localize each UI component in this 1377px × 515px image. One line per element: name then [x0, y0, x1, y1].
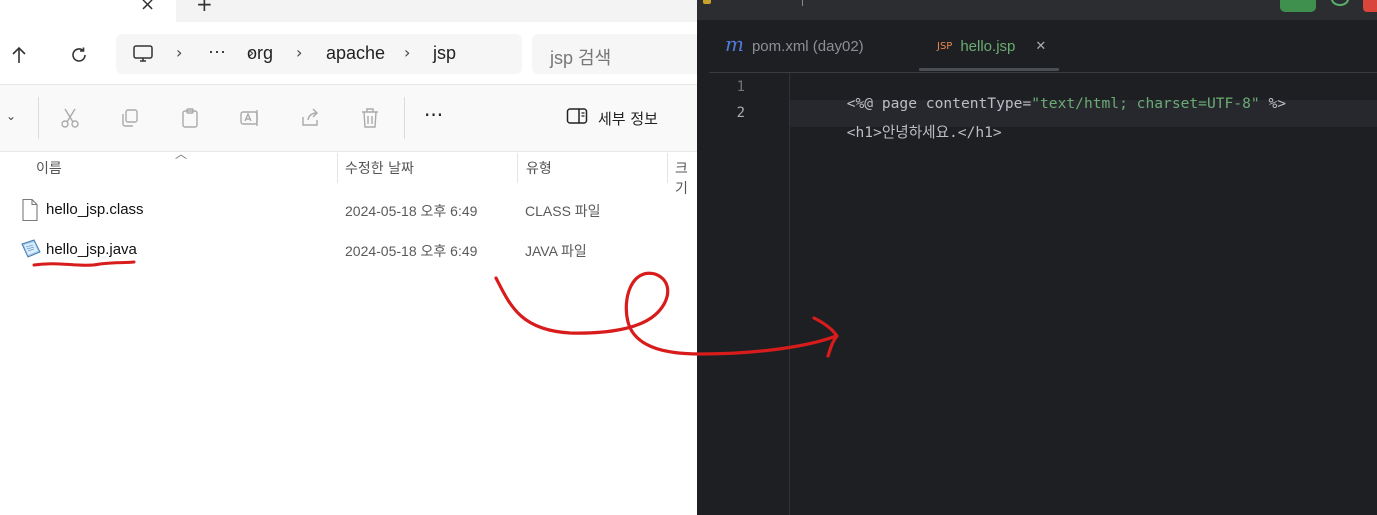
- debug-icon[interactable]: [1331, 0, 1349, 6]
- file-name[interactable]: hello_jsp.class: [46, 201, 144, 218]
- navigation-row: › ··· › org › apache › jsp jsp 검색: [0, 22, 697, 84]
- editor-tab-bar: m pom.xml (day02) JSP hello.jsp ✕: [697, 20, 1377, 73]
- delete-icon[interactable]: [358, 106, 382, 130]
- code-token: %>: [1259, 95, 1287, 112]
- paste-icon[interactable]: [178, 106, 202, 130]
- explorer-tab[interactable]: ×: [0, 0, 176, 22]
- chevron-down-icon[interactable]: ⌄: [6, 109, 16, 123]
- code-token: <h1>안녕하세요.</h1>: [846, 124, 1002, 141]
- file-type: JAVA 파일: [525, 243, 587, 259]
- breadcrumb-org[interactable]: org: [247, 43, 273, 64]
- tab-label: pom.xml (day02): [751, 37, 864, 55]
- column-header-row: ︿ 이름 수정한 날짜 유형 크기: [0, 147, 697, 197]
- file-date: 2024-05-18 오후 6:49: [345, 243, 478, 259]
- details-pane-button[interactable]: 세부 정보: [566, 104, 658, 132]
- active-tab-indicator: [919, 68, 1059, 71]
- file-explorer-window: × + › ··· › org › apache › jsp jsp 검색 ⌄: [0, 0, 697, 515]
- toolbar-divider: [404, 97, 405, 139]
- file-icon: [20, 198, 40, 222]
- file-type: CLASS 파일: [525, 203, 601, 219]
- tab-label: hello.jsp: [960, 37, 1016, 55]
- java-file-icon: [20, 238, 41, 262]
- column-header-type[interactable]: 유형: [526, 158, 552, 178]
- line-number-gutter: 1 2: [709, 73, 790, 515]
- details-pane-label: 세부 정보: [598, 109, 658, 128]
- share-icon[interactable]: [298, 106, 322, 130]
- tool-window-strip: [697, 20, 709, 515]
- command-bar: ⌄ ··· 세부 정보: [0, 84, 697, 152]
- line-number: 1: [736, 79, 745, 95]
- tab-hello-jsp[interactable]: JSP hello.jsp ✕: [937, 32, 1046, 60]
- breadcrumb-jsp[interactable]: jsp: [433, 43, 456, 64]
- line-number: 2: [736, 105, 745, 121]
- column-divider[interactable]: [337, 153, 338, 183]
- breadcrumb-overflow[interactable]: ···: [208, 41, 226, 62]
- stop-button[interactable]: [1363, 0, 1377, 12]
- rename-icon[interactable]: [238, 106, 262, 130]
- explorer-titlebar: × +: [0, 0, 697, 22]
- cut-icon[interactable]: [58, 106, 82, 130]
- column-divider[interactable]: [517, 153, 518, 183]
- toolbar-divider: [802, 0, 803, 6]
- ide-toolbar: [697, 0, 1377, 20]
- file-row[interactable]: hello_jsp.class 2024-05-18 오후 6:49 CLASS…: [0, 192, 697, 228]
- column-divider[interactable]: [667, 153, 668, 183]
- close-tab-icon[interactable]: ×: [140, 0, 155, 15]
- chevron-right-icon: ›: [176, 43, 183, 62]
- chevron-right-icon: ›: [296, 43, 303, 62]
- code-line-2[interactable]: <h1>안녕하세요.</h1>: [794, 104, 1002, 159]
- details-pane-icon: [566, 107, 588, 129]
- chevron-right-icon: ›: [404, 43, 411, 62]
- sort-ascending-icon: ︿: [175, 147, 188, 161]
- more-options-icon[interactable]: ···: [424, 103, 443, 127]
- run-button[interactable]: [1280, 0, 1316, 12]
- computer-icon[interactable]: [132, 44, 154, 68]
- breadcrumb-apache[interactable]: apache: [326, 43, 385, 64]
- file-name[interactable]: hello_jsp.java: [46, 241, 137, 258]
- column-header-name[interactable]: 이름: [36, 158, 62, 178]
- close-tab-icon[interactable]: ✕: [1035, 38, 1046, 54]
- column-header-date[interactable]: 수정한 날짜: [345, 158, 414, 178]
- jsp-file-icon: JSP: [937, 40, 953, 52]
- toolbar-divider: [38, 97, 39, 139]
- file-row[interactable]: hello_jsp.java 2024-05-18 오후 6:49 JAVA 파…: [0, 232, 697, 268]
- address-bar[interactable]: › ··· › org › apache › jsp: [116, 34, 522, 74]
- search-input[interactable]: jsp 검색: [550, 44, 611, 70]
- project-icon[interactable]: [703, 0, 711, 4]
- ide-window: m pom.xml (day02) JSP hello.jsp ✕ 1 2 <%…: [697, 0, 1377, 515]
- new-tab-icon[interactable]: +: [196, 0, 213, 16]
- up-arrow-icon[interactable]: [6, 42, 32, 68]
- maven-icon: m: [725, 32, 744, 56]
- tab-pom-xml[interactable]: m pom.xml (day02): [725, 32, 864, 60]
- refresh-icon[interactable]: [66, 42, 92, 68]
- file-date: 2024-05-18 오후 6:49: [345, 203, 478, 219]
- code-token-string: "text/html; charset=UTF-8": [1031, 95, 1260, 112]
- search-box[interactable]: jsp 검색: [532, 34, 697, 74]
- copy-icon[interactable]: [118, 106, 142, 130]
